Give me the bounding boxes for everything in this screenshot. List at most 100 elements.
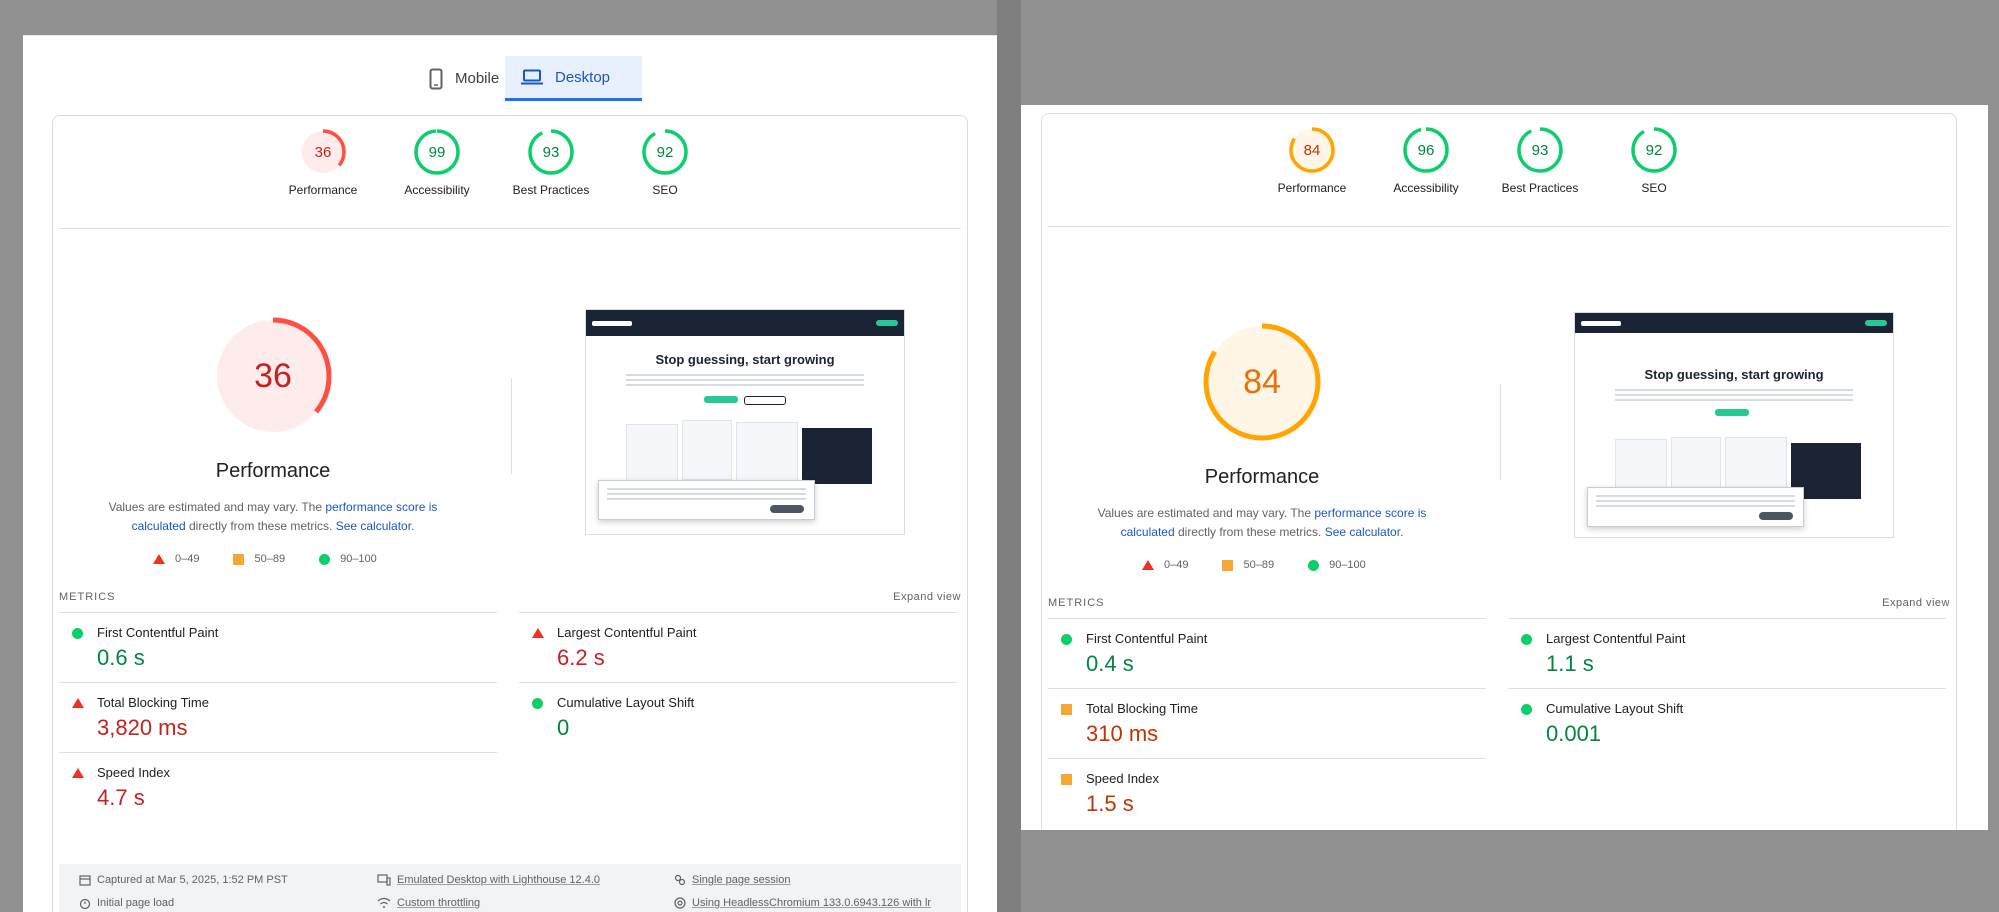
divider: [1500, 384, 1501, 480]
gauge-label: Best Practices: [1501, 181, 1579, 195]
pass-circle-icon: [1521, 634, 1532, 645]
category-gauges: 84 Performance 96 Accessibility 93 Best …: [1042, 114, 1956, 224]
mobile-phone-icon: [429, 68, 443, 89]
metric-value: 4.7 s: [97, 785, 145, 810]
metrics-label: METRICS: [1048, 597, 1105, 609]
metric-tbt: Total Blocking Time 3,820 ms: [59, 682, 497, 752]
metric-name: Speed Index: [1086, 771, 1160, 786]
score-ring: 92: [1631, 127, 1677, 173]
gauge-score: 99: [429, 144, 446, 161]
gauge-score: 93: [543, 144, 560, 161]
gauge-seo[interactable]: 92 SEO: [1609, 126, 1699, 195]
gauge-score: 96: [1418, 142, 1435, 159]
pass-circle-icon: [1061, 634, 1072, 645]
gauge-performance[interactable]: 84 Performance: [1267, 126, 1357, 195]
legend-fail: 0–49: [175, 553, 200, 565]
page-screenshot-thumbnail: Stop guessing, start growing: [1574, 312, 1894, 538]
metric-value: 0: [557, 715, 570, 740]
gauge-label: SEO: [652, 183, 678, 197]
metric-name: Largest Contentful Paint: [557, 625, 697, 640]
gauge-score: 92: [657, 144, 674, 161]
device-tabs: Mobile Desktop: [23, 35, 997, 101]
emulated-link[interactable]: Emulated Desktop with Lighthouse 12.4.0: [397, 874, 600, 886]
throttling-link[interactable]: Custom throttling: [397, 897, 480, 909]
metric-value: 0.6 s: [97, 645, 145, 670]
metric-name: Speed Index: [97, 765, 171, 780]
gauge-score: 93: [1532, 142, 1549, 159]
metric-value: 0.4 s: [1086, 651, 1134, 676]
gauge-label: Performance: [288, 183, 358, 197]
metric-name: First Contentful Paint: [1086, 631, 1208, 646]
page-load-text: Initial page load: [97, 897, 175, 909]
score-ring: 93: [528, 129, 574, 175]
timer-icon: [79, 898, 91, 909]
page-load-info: Initial page load: [79, 897, 174, 909]
metric-fcp: First Contentful Paint 0.6 s: [59, 612, 497, 682]
see-calculator-link[interactable]: See calculator.: [336, 519, 415, 533]
metric-name: Cumulative Layout Shift: [557, 695, 695, 710]
metric-lcp: Largest Contentful Paint 6.2 s: [519, 612, 957, 682]
legend-average: 50–89: [1243, 559, 1275, 571]
session-link[interactable]: Single page session: [692, 874, 790, 886]
estimate-note: Values are estimated and may vary. The p…: [1072, 504, 1452, 542]
page-screenshot-thumbnail: Stop guessing, start growing: [585, 309, 905, 535]
tab-desktop[interactable]: Desktop: [505, 56, 642, 101]
metrics-label: METRICS: [59, 591, 116, 603]
devices-icon: [377, 874, 391, 886]
divider: [1048, 226, 1950, 227]
gauge-best-practices[interactable]: 93 Best Practices: [506, 128, 596, 197]
metric-si: Speed Index 1.5 s: [1048, 758, 1486, 828]
score-legend: 0–49 50–89 90–100: [153, 553, 377, 565]
laptop-icon: [521, 69, 543, 85]
browser-link[interactable]: Using HeadlessChromium 133.0.6943.126 wi…: [692, 897, 931, 909]
calendar-icon: [79, 875, 91, 886]
pass-circle-icon: [532, 698, 543, 709]
gauge-accessibility[interactable]: 96 Accessibility: [1381, 126, 1471, 195]
session-info: Single page session: [674, 874, 790, 886]
metric-name: Total Blocking Time: [1086, 701, 1198, 716]
see-calculator-link[interactable]: See calculator.: [1325, 525, 1404, 539]
score-ring: 99: [414, 129, 460, 175]
tab-desktop-label: Desktop: [555, 68, 611, 86]
pass-circle-icon: [72, 628, 83, 639]
session-icon: [674, 874, 686, 886]
fail-triangle-icon: [72, 698, 84, 708]
metric-value: 3,820 ms: [97, 715, 188, 740]
average-square-icon: [1061, 774, 1072, 785]
gauge-label: Accessibility: [404, 183, 470, 197]
note-text: Values are estimated and may vary. The: [108, 500, 326, 514]
captured-info: Captured at Mar 5, 2025, 1:52 PM PST: [79, 874, 288, 886]
gauge-performance[interactable]: 36 Performance: [278, 128, 368, 197]
score-legend: 0–49 50–89 90–100: [1142, 559, 1366, 571]
fail-triangle-icon: [153, 554, 165, 564]
report-card: 36 Performance 99 Accessibility 93 Best …: [52, 115, 968, 912]
fail-triangle-icon: [532, 628, 544, 638]
gauge-seo[interactable]: 92 SEO: [620, 128, 710, 197]
score-ring: 93: [1517, 127, 1563, 173]
gauge-label: SEO: [1641, 181, 1667, 195]
note-text: directly from these metrics.: [1174, 525, 1325, 539]
window-divider: [997, 0, 1021, 912]
metric-value: 1.5 s: [1086, 791, 1134, 816]
left-report-pane: Mobile Desktop 36 Performance 99 Accessi…: [23, 35, 997, 912]
performance-title: Performance: [215, 460, 331, 482]
expand-view-toggle[interactable]: Expand view: [1882, 597, 1950, 609]
pass-circle-icon: [319, 553, 331, 565]
category-gauges: 36 Performance 99 Accessibility 93 Best …: [53, 116, 967, 226]
report-card: 84 Performance 96 Accessibility 93 Best …: [1041, 113, 1957, 830]
average-square-icon: [233, 553, 245, 565]
throttling-info: Custom throttling: [377, 897, 480, 909]
score-ring: 36: [300, 129, 346, 175]
note-text: directly from these metrics.: [185, 519, 336, 533]
gauge-best-practices[interactable]: 93 Best Practices: [1495, 126, 1585, 195]
metrics-header: METRICS Expand view: [59, 591, 961, 603]
metric-name: First Contentful Paint: [97, 625, 219, 640]
note-text: Values are estimated and may vary. The: [1097, 506, 1315, 520]
fail-triangle-icon: [1142, 560, 1154, 570]
expand-view-toggle[interactable]: Expand view: [893, 591, 961, 603]
gauge-label: Performance: [1277, 181, 1347, 195]
metric-name: Cumulative Layout Shift: [1546, 701, 1684, 716]
gauge-accessibility[interactable]: 99 Accessibility: [392, 128, 482, 197]
browser-info: Using HeadlessChromium 133.0.6943.126 wi…: [674, 897, 931, 909]
gauge-label: Accessibility: [1393, 181, 1459, 195]
